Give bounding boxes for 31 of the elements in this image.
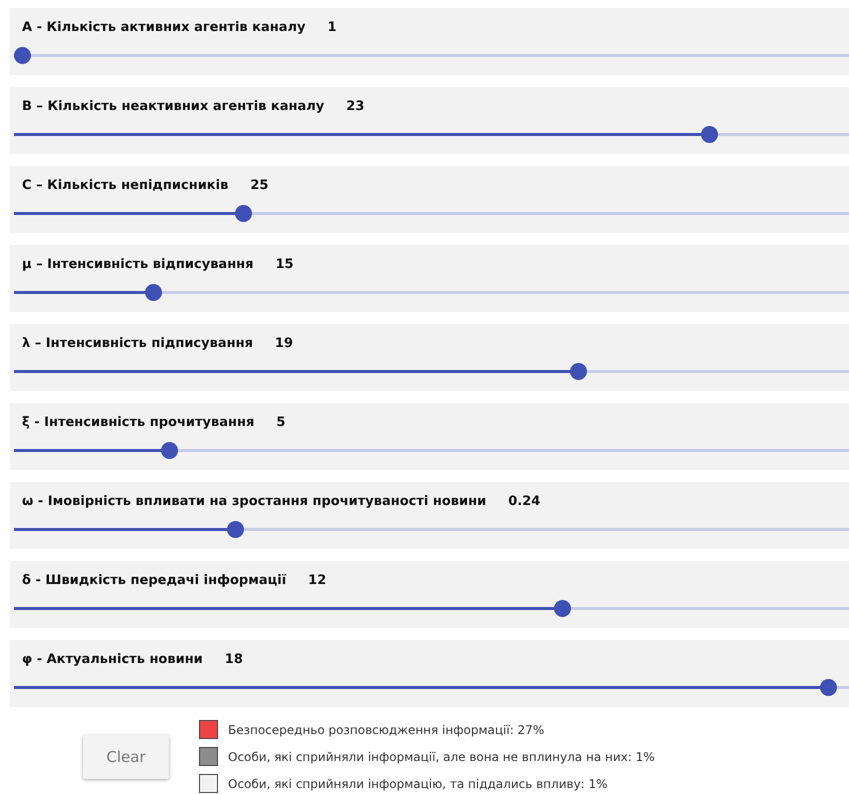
slider-value: 18 — [224, 652, 243, 669]
slider-label: B – Кількість неактивних агентів каналу — [22, 99, 324, 116]
slider-value: 19 — [274, 336, 294, 353]
clear-button[interactable]: Clear — [83, 735, 169, 779]
slider-label: C – Кількість непідписників — [22, 178, 228, 195]
slider-value: 5 — [276, 415, 286, 432]
slider-thumb[interactable] — [570, 363, 588, 380]
legend-text: Безпосередньо розповсюдження інформації: 27% — [228, 722, 544, 736]
slider-value: 25 — [250, 178, 268, 195]
slider-thumb[interactable] — [701, 126, 718, 143]
slider-label: ξ - Інтенсивність прочитування — [22, 415, 254, 432]
slider-value: 12 — [308, 573, 326, 590]
slider-thumb[interactable] — [14, 47, 31, 64]
slider-value: 0.24 — [508, 494, 540, 511]
slider-value: 23 — [346, 99, 364, 116]
slider-label: δ - Швидкість передачі інформації — [22, 573, 286, 590]
slider-value: 1 — [328, 20, 337, 37]
slider-thumb[interactable] — [820, 679, 837, 696]
slider-label: λ – Інтенсивність підписування — [22, 336, 253, 353]
slider-thumb[interactable] — [554, 600, 571, 617]
slider-value: 15 — [276, 257, 294, 274]
slider-label: ω - Імовірність впливати на зростання прочитуваності новини — [22, 494, 486, 511]
slider-label: A - Кількість активних агентів каналу — [22, 20, 306, 37]
slider-thumb[interactable] — [144, 284, 162, 301]
slider-thumb[interactable] — [226, 521, 244, 538]
slider-thumb[interactable] — [161, 442, 178, 459]
legend-text: Особи, які сприйняли інформацію, та піддались впливу: 1% — [228, 776, 608, 790]
slider-thumb[interactable] — [234, 205, 252, 222]
slider-label: φ - Актуальність новини — [22, 652, 203, 669]
slider-label: μ – Інтенсивність відписування — [22, 257, 254, 274]
legend-text: Особи, які сприйняли інформації, але вона не вплинула на них: 1% — [228, 750, 655, 764]
